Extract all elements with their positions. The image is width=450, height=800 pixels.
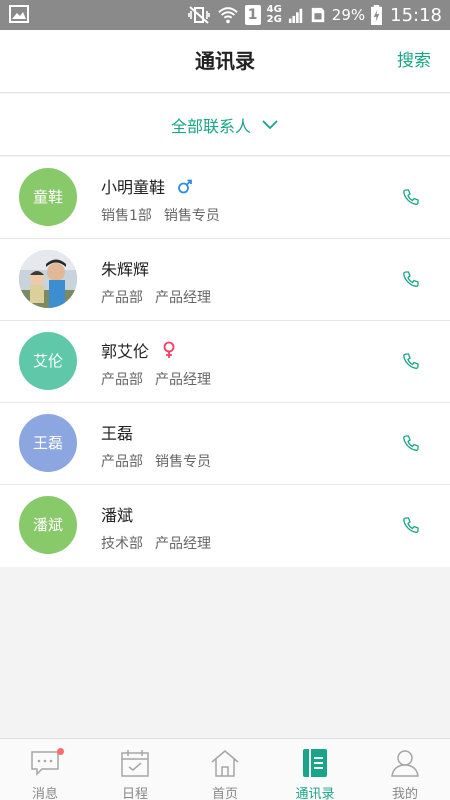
- filter-label: 全部联系人: [170, 116, 251, 136]
- contact-department: 产品部: [101, 372, 143, 388]
- tab-label: 通讯录: [295, 787, 335, 800]
- gallery-notification-icon: [9, 5, 29, 23]
- tab-label: 我的: [391, 787, 418, 800]
- contact-name: 郭艾伦: [101, 342, 150, 361]
- contact-position: 产品经理: [155, 536, 211, 552]
- contact-position: 产品经理: [155, 290, 211, 306]
- contacts-icon: [303, 749, 327, 777]
- tab-label: 首页: [211, 787, 238, 800]
- search-button[interactable]: 搜索: [397, 30, 431, 93]
- female-icon: [163, 341, 175, 358]
- contact-name: 朱辉辉: [101, 260, 150, 279]
- contact-list: 童鞋 小明童鞋 销售1部 销售专员 朱辉辉 产品部 产品经理 艾伦 郭艾伦 产品…: [0, 157, 450, 567]
- contact-position: 产品经理: [155, 372, 211, 388]
- top-nav-bar: 通讯录 搜索: [0, 30, 450, 93]
- wifi-icon: [217, 7, 238, 24]
- tab-schedule[interactable]: 日程: [90, 739, 180, 800]
- sim-card-icon: [311, 7, 325, 23]
- phone-icon[interactable]: [402, 352, 420, 370]
- phone-icon[interactable]: [402, 434, 420, 452]
- contact-name: 潘斌: [101, 506, 134, 525]
- tab-messages[interactable]: 消息: [0, 739, 90, 800]
- contact-name: 小明童鞋: [101, 178, 166, 197]
- home-icon: [211, 750, 239, 777]
- phone-icon[interactable]: [402, 270, 420, 288]
- sim-badge: 1: [244, 5, 261, 25]
- male-icon: [178, 179, 192, 194]
- contact-department: 销售1部: [101, 208, 152, 224]
- contact-row[interactable]: 童鞋 小明童鞋 销售1部 销售专员: [0, 157, 450, 239]
- profile-icon: [391, 750, 419, 777]
- tab-profile[interactable]: 我的: [360, 739, 450, 800]
- phone-icon[interactable]: [402, 188, 420, 206]
- contact-name: 王磊: [101, 424, 134, 443]
- bottom-tab-bar: 消息 日程 首页 通讯录 我的: [0, 738, 450, 800]
- avatar-photo: [19, 250, 77, 308]
- avatar: 童鞋: [19, 168, 77, 226]
- contact-department: 技术部: [101, 536, 143, 552]
- contact-row[interactable]: 王磊 王磊 产品部 销售专员: [0, 403, 450, 485]
- avatar: 王磊: [19, 414, 77, 472]
- phone-icon[interactable]: [402, 516, 420, 534]
- battery-percent: 29%: [331, 6, 366, 24]
- tab-contacts[interactable]: 通讯录: [270, 739, 360, 800]
- contact-row[interactable]: 潘斌 潘斌 技术部 产品经理: [0, 485, 450, 567]
- contact-position: 销售专员: [163, 208, 220, 224]
- signal-icon: [288, 8, 303, 23]
- vibrate-mute-icon: [187, 6, 210, 24]
- calendar-icon: [121, 750, 149, 777]
- contact-row[interactable]: 艾伦 郭艾伦 产品部 产品经理: [0, 321, 450, 403]
- clock: 15:18: [390, 4, 442, 26]
- chevron-down-icon: [262, 119, 278, 129]
- avatar: 潘斌: [19, 496, 77, 554]
- person-photo-icon: [19, 250, 77, 308]
- message-icon: [31, 751, 59, 776]
- contact-row[interactable]: 朱辉辉 产品部 产品经理: [0, 239, 450, 321]
- tab-home[interactable]: 首页: [180, 739, 270, 800]
- battery-charging-icon: [371, 5, 383, 25]
- contact-filter-dropdown[interactable]: 全部联系人: [0, 94, 450, 156]
- tab-label: 消息: [31, 787, 58, 800]
- status-bar: 1 4G 2G 29% 15:18: [0, 0, 450, 30]
- network-type-label: 4G 2G: [266, 4, 282, 25]
- unread-badge: [57, 748, 64, 755]
- page-title: 通讯录: [195, 49, 255, 73]
- contact-department: 产品部: [101, 454, 143, 470]
- tab-label: 日程: [121, 787, 148, 800]
- contact-position: 销售专员: [155, 454, 211, 470]
- avatar: 艾伦: [19, 332, 77, 390]
- contact-department: 产品部: [101, 290, 143, 306]
